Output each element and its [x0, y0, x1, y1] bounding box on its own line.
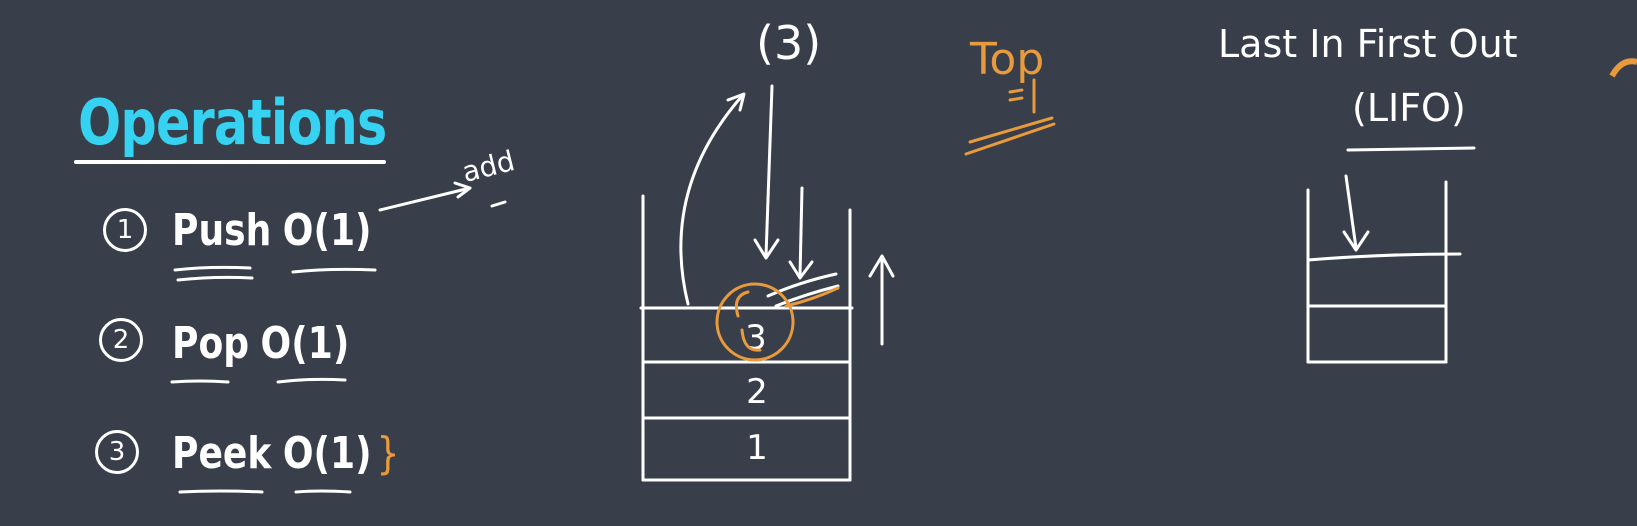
push-underline: [173, 265, 254, 282]
lifo-underline: [1346, 146, 1476, 152]
pop-complexity-underline: [276, 377, 347, 384]
chalk-strokes: [74, 58, 1637, 494]
top-double-underline: [964, 116, 1056, 156]
peek-underline: [178, 489, 264, 494]
highlight-inner: [734, 290, 762, 352]
pop-underline: [170, 379, 230, 384]
push-complexity-underline: [291, 267, 377, 274]
top-small-equals: [1008, 88, 1024, 102]
whiteboard: Operations 1 2 3 Push O(1) Pop O(1) Peek O(…: [0, 0, 1637, 526]
push-down-arrow-2: [798, 186, 804, 278]
pop-curve-arrow: [679, 94, 744, 306]
push-arrow: [378, 186, 472, 212]
push-down-arrow: [764, 84, 774, 258]
peek-complexity-underline: [294, 489, 352, 494]
add-underline: [490, 200, 507, 208]
mini-stack-top-line: [1306, 252, 1462, 262]
edge-fragment: [1609, 58, 1637, 78]
orange-landing-mark: [784, 286, 840, 308]
